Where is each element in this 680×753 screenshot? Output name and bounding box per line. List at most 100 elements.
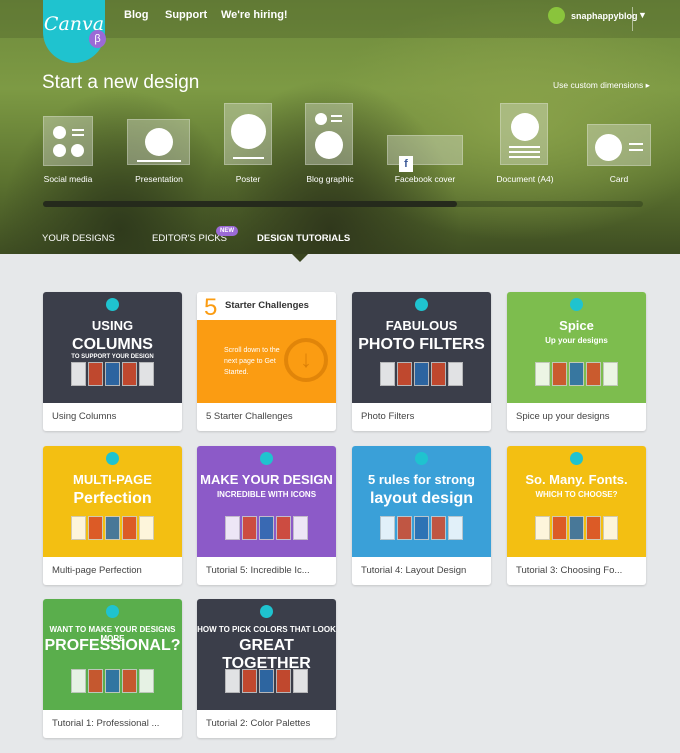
tab-your-designs[interactable]: YOUR DESIGNS [42,233,115,244]
canva-logo-icon [570,298,583,311]
thumb-subtitle: Up your designs [545,336,608,345]
thumb-subtitle: Perfection [73,490,152,507]
nav-blog[interactable]: Blog [124,9,148,21]
page-title: Start a new design [42,72,200,93]
card-label: Spice up your designs [516,411,610,422]
avatar [548,7,565,24]
tutorial-thumbnail: HOW TO PICK COLORS THAT LOOK GREAT TOGET… [197,599,336,710]
canva-logo-icon [415,298,428,311]
design-type-poster[interactable] [224,103,272,165]
tab-design-tutorials[interactable]: DESIGN TUTORIALS [257,233,350,244]
thumb-tagline: TO SUPPORT YOUR DESIGN [71,354,154,360]
design-previews [67,362,157,390]
tutorial-thumbnail: FABULOUS PHOTO FILTERS [352,292,491,403]
design-previews [531,516,621,544]
canva-logo-icon [415,452,428,465]
tutorial-thumbnail: 5 Starter Challenges Scroll down to the … [197,292,336,403]
card-label: 5 Starter Challenges [206,411,293,422]
card-label: Tutorial 5: Incredible Ic... [206,565,310,576]
design-previews [221,516,311,544]
design-type-document[interactable] [500,103,548,165]
tutorial-card[interactable]: HOW TO PICK COLORS THAT LOOK GREAT TOGET… [197,599,336,738]
scrollbar-thumb[interactable] [43,201,457,207]
arrow-down-icon: ↓ [284,338,328,382]
username: snaphappyblog [571,10,638,21]
tutorial-thumbnail: USING COLUMNS TO SUPPORT YOUR DESIGN [43,292,182,403]
divider [632,7,633,31]
thumb-text: Scroll down to the next page to Get Star… [224,347,280,376]
thumb-subtitle: WHICH TO CHOOSE? [535,490,618,499]
horizontal-scrollbar[interactable] [43,201,643,207]
thumb-title: HOW TO PICK COLORS THAT LOOK [197,625,336,634]
thumb-subtitle: layout design [369,490,474,507]
card-label: Tutorial 2: Color Palettes [206,718,311,729]
design-previews [67,516,157,544]
tutorial-thumbnail: WANT TO MAKE YOUR DESIGNS MORE PROFESSIO… [43,599,182,710]
chevron-down-icon[interactable]: ▼ [638,10,647,20]
thumb-title: USING [91,318,134,333]
thumb-title: MAKE YOUR DESIGN [200,472,333,487]
tutorial-card[interactable]: MULTI-PAGE Perfection Multi-page Perfect… [43,446,182,585]
custom-dimensions-link[interactable]: Use custom dimensions ▸ [553,80,650,91]
tutorial-card[interactable]: 5 Starter Challenges Scroll down to the … [197,292,336,431]
tutorial-card[interactable]: So. Many. Fonts. WHICH TO CHOOSE? Tutori… [507,446,646,585]
design-type-label: Document (A4) [496,174,554,184]
user-menu[interactable]: snaphappyblog [548,7,638,24]
card-label: Tutorial 3: Choosing Fo... [516,565,623,576]
design-type-social-media[interactable] [43,116,93,166]
design-type-blog-graphic[interactable] [305,103,353,165]
card-label: Multi-page Perfection [52,565,142,576]
active-tab-pointer [292,254,308,262]
tutorial-card[interactable]: WANT TO MAKE YOUR DESIGNS MORE PROFESSIO… [43,599,182,738]
design-type-label: Blog graphic [306,174,354,184]
canva-logo-icon [106,605,119,618]
new-badge: NEW [216,226,238,236]
canva-logo-icon [106,452,119,465]
card-label: Photo Filters [361,411,415,422]
thumb-subtitle: PROFESSIONAL? [44,637,181,654]
card-label: Tutorial 1: Professional ... [52,718,160,729]
facebook-icon: f [399,156,413,172]
thumb-title: MULTI-PAGE [73,472,152,487]
nav-support[interactable]: Support [165,9,207,21]
hero-banner: Canva β Blog Support We're hiring! snaph… [0,0,680,254]
tutorial-card[interactable]: MAKE YOUR DESIGN INCREDIBLE WITH ICONS T… [197,446,336,585]
canva-logo-icon [260,605,273,618]
thumb-subtitle: GREAT TOGETHER [222,637,311,672]
design-type-label: Presentation [135,174,183,184]
tutorial-thumbnail: 5 rules for strong layout design [352,446,491,557]
tutorial-thumbnail: Spice Up your designs [507,292,646,403]
canva-logo-icon [106,298,119,311]
tutorial-thumbnail: So. Many. Fonts. WHICH TO CHOOSE? [507,446,646,557]
tutorial-thumbnail: MULTI-PAGE Perfection [43,446,182,557]
tutorial-card[interactable]: FABULOUS PHOTO FILTERS Photo Filters [352,292,491,431]
design-type-presentation[interactable] [127,119,190,165]
number: 5 [204,294,218,321]
design-previews [531,362,621,390]
thumb-title: So. Many. Fonts. [525,472,628,487]
thumb-title: Spice [559,318,594,333]
design-type-card[interactable] [587,124,651,166]
design-previews [221,669,311,697]
beta-badge: β [89,30,106,48]
tutorial-card[interactable]: 5 rules for strong layout design Tutoria… [352,446,491,585]
design-type-label: Facebook cover [394,174,456,184]
thumb-subtitle: COLUMNS [72,336,153,353]
thumb-title: 5 rules for strong [368,472,475,487]
design-type-label: Poster [235,174,261,184]
thumb-subtitle: INCREDIBLE WITH ICONS [216,490,317,499]
design-previews [376,516,466,544]
nav-hiring[interactable]: We're hiring! [221,9,288,21]
canva-logo-icon [570,452,583,465]
tab-editors-picks[interactable]: EDITOR'S PICKS [152,233,227,244]
card-label: Using Columns [52,411,117,422]
thumb-title: FABULOUS [385,318,458,333]
design-type-label: Social media [43,174,93,184]
tutorial-card[interactable]: Spice Up your designs Spice up your desi… [507,292,646,431]
design-previews [67,669,157,697]
thumb-subtitle: PHOTO FILTERS [358,336,485,353]
design-type-facebook-cover[interactable]: f [387,135,463,172]
tutorial-thumbnail: MAKE YOUR DESIGN INCREDIBLE WITH ICONS [197,446,336,557]
design-type-label: Card [609,174,629,184]
tutorial-card[interactable]: USING COLUMNS TO SUPPORT YOUR DESIGN Usi… [43,292,182,431]
